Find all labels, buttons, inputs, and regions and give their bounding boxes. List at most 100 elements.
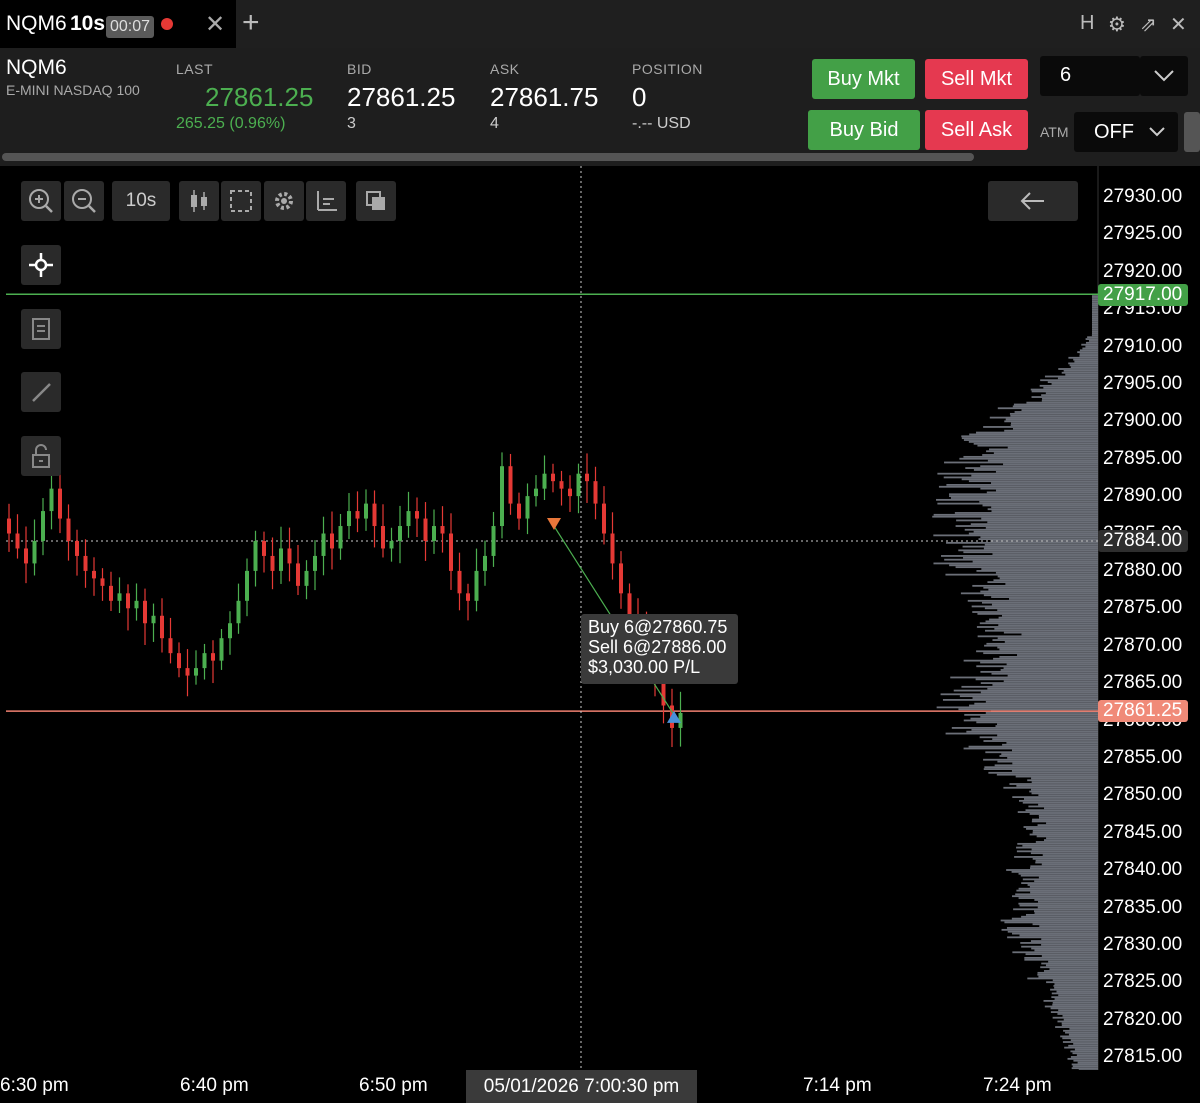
volume-profile-bar (1034, 949, 1098, 952)
volume-profile-bar (1063, 1029, 1098, 1032)
volume-profile-bar (1038, 803, 1098, 806)
zoom-out-button[interactable] (64, 181, 104, 221)
volume-profile-bar (1011, 749, 1098, 752)
volume-profile-bar (1023, 826, 1098, 828)
volume-profile-bar (999, 577, 1098, 580)
chart-tab[interactable]: NQM6 10s 00:07 ✕ (0, 0, 236, 48)
volume-profile-bar (966, 730, 1098, 733)
indicators-icon (317, 191, 337, 211)
select-area-button[interactable] (221, 181, 261, 221)
volume-profile-bar (1010, 424, 1098, 426)
price-axis-label: 27850.00 (1103, 784, 1183, 806)
atm-label: ATM (1040, 124, 1069, 140)
volume-profile-bar (1079, 355, 1098, 357)
volume-profile-bar (1039, 925, 1098, 928)
sell-market-button[interactable]: Sell Mkt (925, 59, 1028, 99)
volume-profile-bar (1024, 956, 1098, 959)
bid-label: BID (347, 61, 372, 77)
last-price-tag: 27861.25 (1098, 700, 1188, 722)
volume-profile-bar (997, 646, 1098, 649)
draw-line-button[interactable] (21, 372, 61, 412)
add-tab-button[interactable]: + (242, 6, 260, 40)
candle-body (7, 518, 11, 534)
candle-body (576, 473, 581, 497)
interval-button[interactable]: 10s (112, 181, 170, 221)
notes-button[interactable] (21, 309, 61, 349)
back-button[interactable] (988, 181, 1078, 221)
volume-profile-bar (1031, 820, 1098, 823)
volume-profile-bar (1076, 1054, 1098, 1057)
volume-profile-bar (972, 697, 1098, 699)
popout-icon[interactable]: ⇗ (1140, 12, 1157, 37)
time-axis-label: 6:40 pm (180, 1075, 249, 1096)
panel-scroll-button[interactable] (1184, 112, 1200, 152)
volume-profile-bar (1081, 343, 1098, 346)
gear-icon (275, 192, 293, 210)
candle-body (100, 578, 105, 586)
volume-profile-bar (1037, 900, 1098, 903)
templates-button[interactable] (356, 181, 396, 221)
volume-profile-bar (1007, 674, 1098, 677)
volume-profile-bar (1062, 1037, 1098, 1040)
chart-style-button[interactable] (179, 181, 219, 221)
candle-body (228, 623, 232, 639)
last-price: 27861.25 (205, 82, 314, 112)
sell-ask-button[interactable]: Sell Ask (925, 110, 1028, 150)
volume-profile-bar (981, 517, 1098, 520)
quantity-input[interactable]: 6 (1040, 56, 1140, 96)
volume-profile-bar (1062, 1041, 1098, 1043)
quote-bar: NQM6 E-MINI NASDAQ 100 LAST 27861.25 265… (0, 48, 1200, 166)
indicators-button[interactable] (306, 181, 346, 221)
volume-profile-bar (1065, 373, 1098, 376)
settings-icon[interactable]: ⚙ (1108, 12, 1126, 37)
volume-profile-bar (985, 620, 1098, 623)
chart-settings-button[interactable] (264, 181, 304, 221)
candle-body (542, 473, 547, 489)
quote-bar-scrollbar[interactable] (2, 153, 974, 161)
volume-profile-bar (1036, 835, 1098, 838)
volume-profile-bar (1034, 880, 1098, 883)
volume-profile-bar (1072, 1052, 1098, 1055)
volume-profile-bar (1003, 631, 1098, 634)
quantity-dropdown-button[interactable] (1140, 56, 1188, 96)
volume-profile-bar (1024, 958, 1098, 961)
close-tab-button[interactable]: ✕ (205, 10, 225, 39)
volume-profile-bar (996, 773, 1098, 776)
candle-body (66, 518, 71, 541)
close-window-button[interactable]: ✕ (1170, 12, 1187, 37)
lock-button[interactable] (21, 436, 61, 476)
candle-body (41, 511, 45, 541)
volume-profile-bar (1031, 781, 1098, 784)
candle-body (568, 488, 572, 497)
candle-body (296, 563, 300, 586)
volume-profile-bar (1031, 390, 1098, 393)
volume-profile-bar (1092, 325, 1098, 327)
tooltip-pl: $3,030.00 P/L (588, 657, 701, 677)
volume-profile-bar (963, 455, 1098, 458)
buy-bid-button[interactable]: Buy Bid (808, 110, 920, 150)
zoom-in-button[interactable] (21, 181, 61, 221)
volume-profile-bar (1015, 893, 1098, 896)
net-change: 265.25 (0.96%) (176, 115, 286, 132)
volume-profile-bar (983, 768, 1098, 770)
atm-select[interactable]: OFF (1074, 112, 1178, 152)
volume-profile-bar (933, 562, 1098, 565)
candle-body (602, 503, 606, 534)
volume-profile-bar (1016, 889, 1098, 892)
volume-profile-bar (937, 502, 1098, 505)
volume-profile-bar (1005, 583, 1098, 585)
volume-profile-bar (991, 596, 1098, 598)
candle-body (423, 518, 428, 541)
volume-profile-bar (1012, 427, 1098, 430)
volume-profile-bar (1037, 906, 1098, 909)
buy-market-button[interactable]: Buy Mkt (812, 59, 915, 99)
volume-profile-bar (998, 616, 1098, 619)
candle-body (194, 668, 198, 676)
volume-profile-bar (983, 740, 1098, 742)
volume-profile-bar (995, 571, 1098, 574)
h-button[interactable]: H (1080, 12, 1094, 35)
volume-profile-bar (1058, 1009, 1098, 1012)
volume-profile-bar (941, 555, 1098, 557)
volume-profile-bar (1064, 1046, 1098, 1049)
crosshair-button[interactable] (21, 245, 61, 285)
